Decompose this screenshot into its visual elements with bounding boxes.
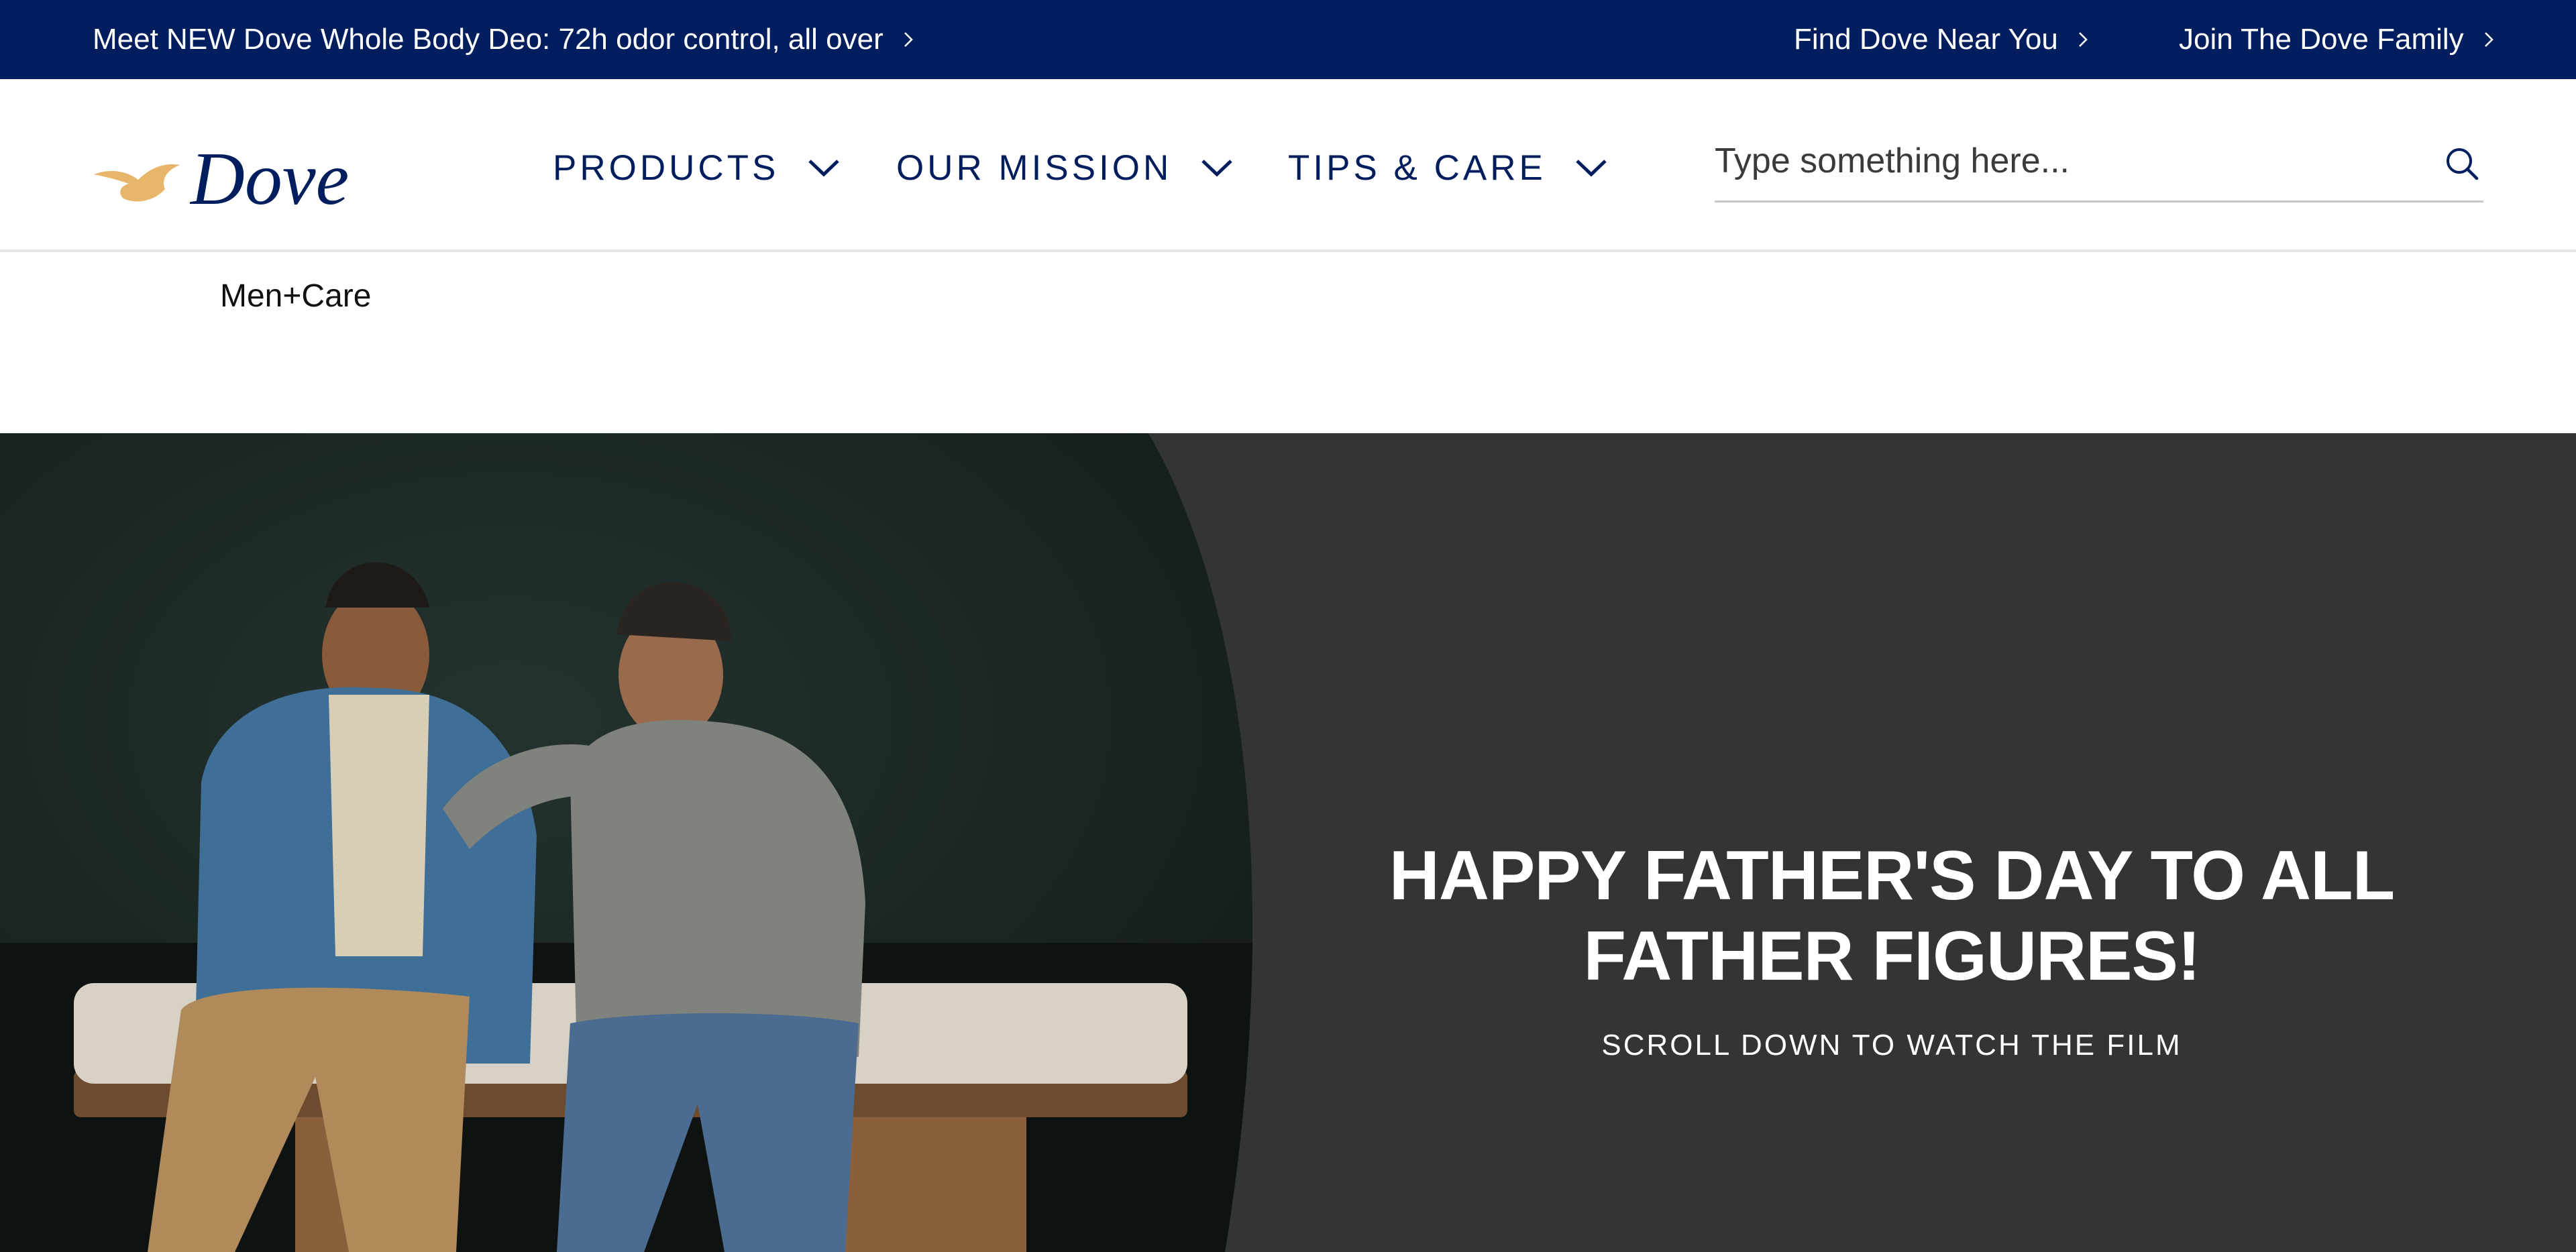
site-header: Dove PRODUCTS OUR MISSION TIPS & CARE	[0, 79, 2576, 252]
hero-banner: HAPPY FATHER'S DAY TO ALL FATHER FIGURES…	[0, 433, 2576, 1252]
chevron-down-icon	[1201, 160, 1233, 177]
nav-tips-and-care[interactable]: TIPS & CARE	[1288, 141, 1609, 194]
breadcrumb-men-care[interactable]: Men+Care	[220, 278, 371, 315]
promo-bar: Meet NEW Dove Whole Body Deo: 72h odor c…	[0, 0, 2576, 79]
promo-link[interactable]: Meet NEW Dove Whole Body Deo: 72h odor c…	[93, 0, 918, 79]
scroll-to-film-link[interactable]: SCROLL DOWN TO WATCH THE FILM	[1328, 1029, 2455, 1062]
chevron-right-icon	[904, 32, 913, 47]
svg-text:Dove: Dove	[189, 137, 349, 220]
search-icon[interactable]	[2443, 145, 2481, 182]
nav-products[interactable]: PRODUCTS	[553, 141, 842, 194]
hero-text: HAPPY FATHER'S DAY TO ALL FATHER FIGURES…	[1328, 836, 2455, 1062]
chevron-right-icon	[2484, 32, 2493, 47]
search-box	[1715, 127, 2483, 203]
find-link-label: Find Dove Near You	[1794, 23, 2058, 56]
breadcrumb: Men+Care	[0, 252, 2576, 433]
join-link-label: Join The Dove Family	[2179, 23, 2464, 56]
chevron-right-icon	[2078, 32, 2088, 47]
search-input[interactable]	[1715, 134, 2412, 188]
nav-tips-and-care-label: TIPS & CARE	[1288, 148, 1546, 188]
find-dove-near-you-link[interactable]: Find Dove Near You	[1794, 0, 2093, 79]
chevron-down-icon	[1576, 160, 1607, 177]
promo-text: Meet NEW Dove Whole Body Deo: 72h odor c…	[93, 23, 883, 56]
join-dove-family-link[interactable]: Join The Dove Family	[2179, 0, 2499, 79]
dove-logo[interactable]: Dove	[91, 133, 366, 220]
hero-photo	[0, 433, 1275, 1252]
dove-logo-icon: Dove	[94, 137, 349, 220]
nav-our-mission[interactable]: OUR MISSION	[896, 141, 1235, 194]
hero-title: HAPPY FATHER'S DAY TO ALL FATHER FIGURES…	[1389, 837, 2395, 995]
nav-products-label: PRODUCTS	[553, 148, 780, 188]
chevron-down-icon	[808, 160, 840, 177]
hero-image	[0, 433, 1253, 1252]
nav-our-mission-label: OUR MISSION	[896, 148, 1173, 188]
